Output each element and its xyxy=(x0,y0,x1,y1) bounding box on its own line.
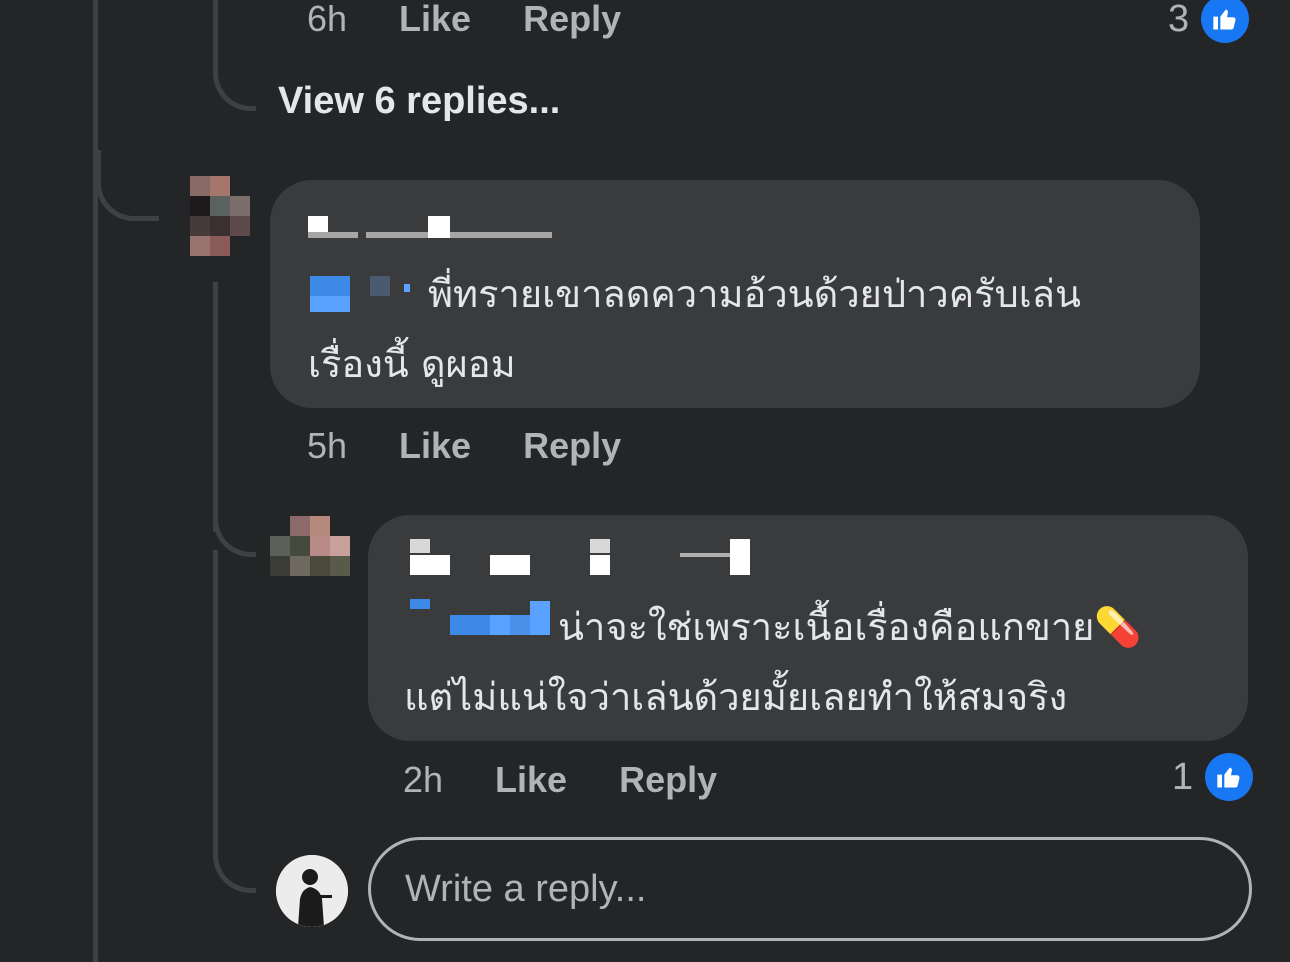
like-button[interactable]: Like xyxy=(399,425,471,467)
comment-text-line-2: แต่ไม่แน่ใจว่าเล่นด้วยมั้ยเลยทำให้สมจริง xyxy=(404,675,1068,719)
comment-text-line-1: พี่ทรายเขาลดความอ้วนด้วยป่าวครับเล่น xyxy=(428,272,1081,316)
thread-curve-reply-2 xyxy=(213,500,256,557)
comment-bubble: พี่ทรายเขาลดความอ้วนด้วยป่าวครับเล่น เรื… xyxy=(270,180,1200,408)
comment-actions: 2h Like Reply xyxy=(403,755,769,805)
comment-text-line-1: น่าจะใช่เพราะเนื้อเรื่องคือแกขาย💊 xyxy=(558,605,1142,649)
comment-thread: 6h Like Reply 3 View 6 replies... พี่ทรา… xyxy=(0,0,1290,962)
thumbs-up-icon xyxy=(1201,0,1250,43)
comment-actions-top: 6h Like Reply xyxy=(307,0,673,44)
reply-button[interactable]: Reply xyxy=(523,425,621,467)
commenter-name-obscured[interactable] xyxy=(410,537,770,577)
like-button[interactable]: Like xyxy=(495,759,567,801)
commenter-name-obscured[interactable] xyxy=(308,216,552,248)
current-user-avatar[interactable] xyxy=(276,855,348,927)
thread-line-inner-lower xyxy=(213,550,218,840)
comment-time: 2h xyxy=(403,759,444,800)
write-reply-input[interactable]: Write a reply... xyxy=(368,837,1252,941)
comment-time: 6h xyxy=(307,0,348,39)
reply-button[interactable]: Reply xyxy=(619,759,717,801)
reply-button[interactable]: Reply xyxy=(523,0,621,40)
mention-tag-obscured[interactable] xyxy=(310,276,410,316)
reaction-summary-top[interactable]: 3 xyxy=(1168,0,1250,44)
comment-time: 5h xyxy=(307,425,348,466)
mention-tag-obscured[interactable] xyxy=(410,599,550,639)
thread-curve-outer xyxy=(96,150,159,221)
commenter-avatar[interactable] xyxy=(270,516,350,576)
reaction-count: 3 xyxy=(1168,0,1190,40)
reaction-summary[interactable]: 1 xyxy=(1172,752,1254,802)
view-replies-link[interactable]: View 6 replies... xyxy=(278,80,560,123)
comment-actions: 5h Like Reply xyxy=(307,421,673,471)
thread-curve-reply-input xyxy=(213,830,256,893)
reaction-count: 1 xyxy=(1172,755,1194,798)
comment-bubble: น่าจะใช่เพราะเนื้อเรื่องคือแกขาย💊 แต่ไม่… xyxy=(368,515,1248,741)
like-button[interactable]: Like xyxy=(399,0,471,40)
thread-line-inner xyxy=(213,282,218,532)
thread-line-outer xyxy=(93,0,98,962)
comment-text-line-2: เรื่องนี้ ดูผอม xyxy=(308,342,516,386)
commenter-avatar[interactable] xyxy=(190,176,250,256)
thumbs-up-icon xyxy=(1205,753,1254,801)
thread-curve-replies xyxy=(213,0,256,111)
